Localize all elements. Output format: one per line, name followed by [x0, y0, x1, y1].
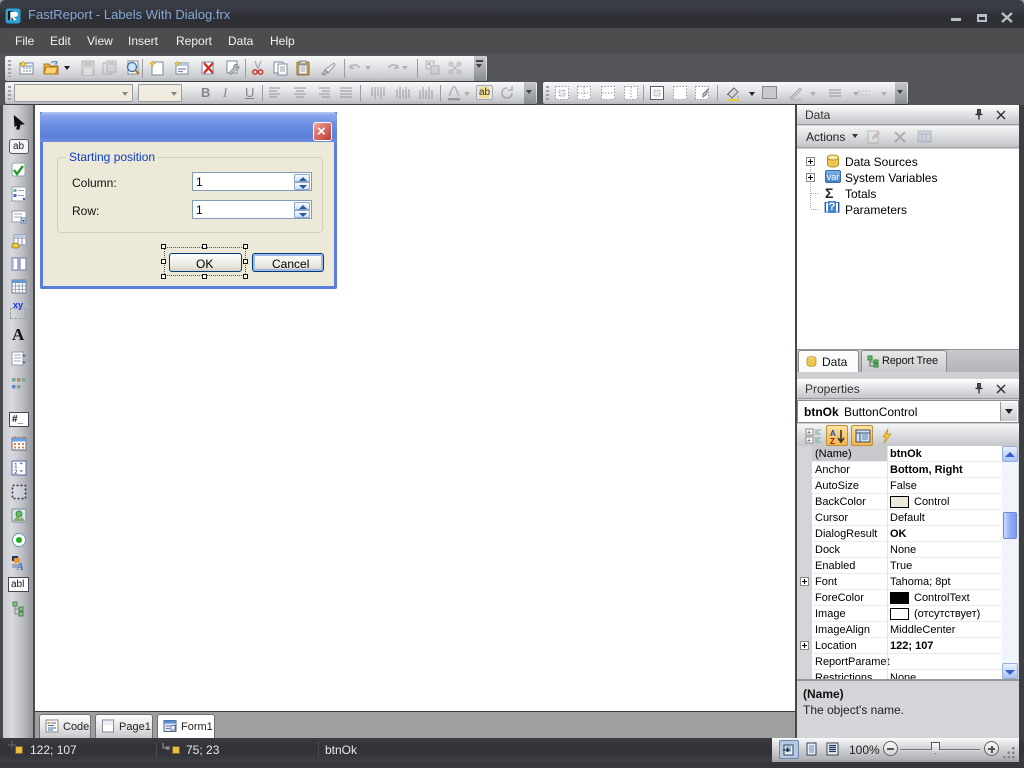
svg-text:Z: Z: [830, 437, 835, 444]
svg-text:A: A: [16, 562, 24, 571]
svg-text:2: 2: [14, 469, 18, 476]
svg-text:+: +: [807, 438, 811, 445]
svg-text:+: +: [807, 430, 811, 437]
